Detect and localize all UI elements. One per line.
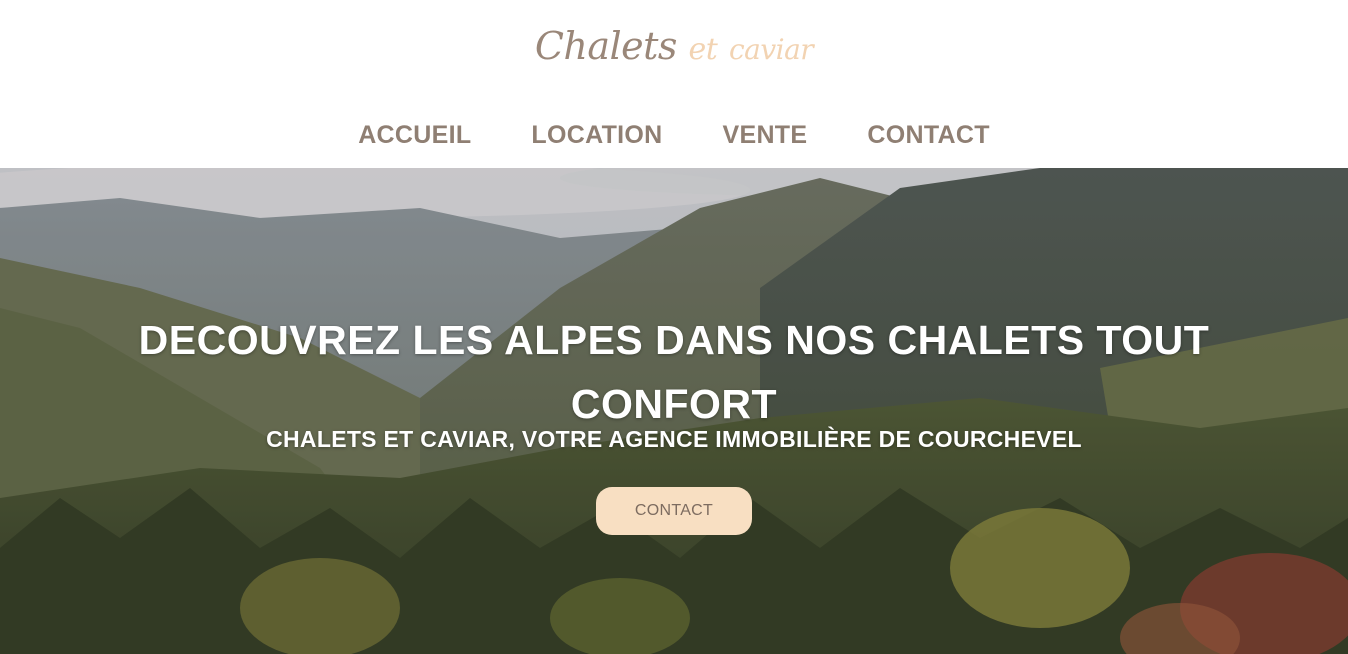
hero-title: DECOUVREZ LES ALPES DANS NOS CHALETS TOU… bbox=[138, 317, 1210, 427]
main-nav: ACCUEIL LOCATION VENTE CONTACT bbox=[0, 116, 1348, 154]
hero-subtitle: CHALETS ET CAVIAR, VOTRE AGENCE IMMOBILI… bbox=[266, 426, 1082, 452]
logo-word-chalets: Chalets bbox=[534, 24, 678, 68]
site-header: Chalets et caviar ACCUEIL LOCATION VENTE… bbox=[0, 0, 1348, 168]
nav-item-vente[interactable]: VENTE bbox=[723, 116, 808, 154]
contact-button[interactable]: CONTACT bbox=[596, 487, 752, 535]
logo-word-et: et bbox=[688, 32, 718, 67]
nav-item-accueil[interactable]: ACCUEIL bbox=[358, 116, 471, 154]
logo-word-caviar: caviar bbox=[728, 33, 814, 66]
site-logo[interactable]: Chalets et caviar bbox=[0, 18, 1348, 78]
nav-item-location[interactable]: LOCATION bbox=[531, 116, 662, 154]
nav-item-contact[interactable]: CONTACT bbox=[867, 116, 989, 154]
hero-banner: DECOUVREZ LES ALPES DANS NOS CHALETS TOU… bbox=[0, 168, 1348, 654]
